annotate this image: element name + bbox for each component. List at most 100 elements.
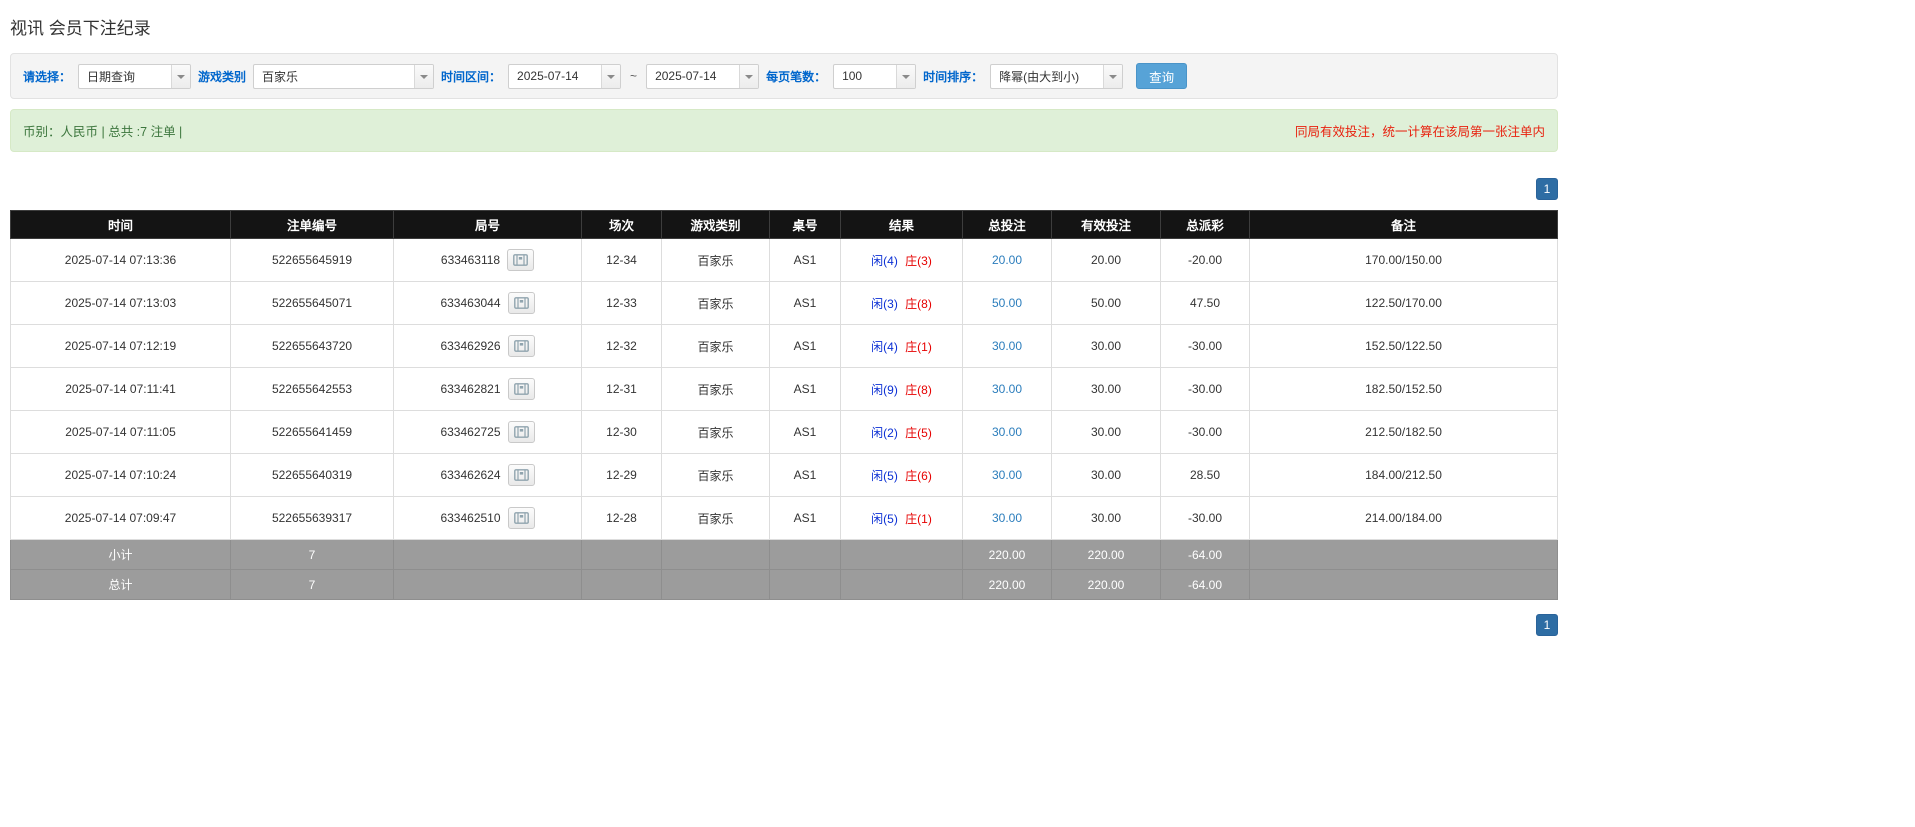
result-player: 闲(3) (871, 296, 898, 311)
payout-cell: -30.00 (1160, 496, 1250, 540)
page-size-input[interactable] (834, 64, 897, 88)
total-bet-link[interactable]: 30.00 (992, 339, 1022, 353)
round-id-cell: 633462926 (393, 324, 582, 368)
session-cell: 12-32 (581, 324, 662, 368)
subtotal-count: 7 (230, 539, 394, 570)
replay-video-icon-button[interactable] (507, 378, 535, 400)
summary-info-bar: 币别：人民币 | 总共 :7 注单 | 同局有效投注，统一计算在该局第一张注单内 (10, 109, 1558, 152)
subtotal-label: 小计 (10, 539, 231, 570)
total-row: 总计 7 220.00 220.00 -64.00 (10, 569, 1558, 600)
table-no-cell: AS1 (769, 324, 841, 368)
valid-bet-cell: 30.00 (1051, 324, 1161, 368)
round-id-value: 633463044 (440, 296, 501, 310)
date-to-combobox[interactable] (646, 63, 760, 89)
round-id-value: 633462624 (440, 468, 501, 482)
game-type-cell: 百家乐 (661, 324, 770, 368)
header-time: 时间 (10, 210, 231, 239)
round-id-cell: 633463044 (393, 281, 582, 325)
date-from-combobox[interactable] (508, 63, 622, 89)
result-banker: 庄(3) (905, 253, 932, 268)
page-container: 视讯 会员下注纪录 请选择： 游戏类别 时间区间： ~ 每页笔数： 时间排序： (10, 0, 1558, 696)
note-cell: 212.50/182.50 (1249, 410, 1558, 454)
result-cell: 闲(5) 庄(1) (840, 496, 963, 540)
table-body: 2025-07-14 07:13:36 522655645919 6334631… (10, 238, 1558, 540)
game-type-input[interactable] (254, 64, 415, 88)
total-bet-link[interactable]: 30.00 (992, 468, 1022, 482)
game-type-cell: 百家乐 (661, 238, 770, 282)
table-row: 2025-07-14 07:09:47 522655639317 6334625… (10, 496, 1558, 540)
note-cell: 122.50/170.00 (1249, 281, 1558, 325)
chevron-down-icon[interactable] (171, 64, 191, 88)
result-player: 闲(4) (871, 253, 898, 268)
replay-video-icon-button[interactable] (507, 249, 535, 271)
bet-id-cell: 522655640319 (230, 453, 394, 497)
replay-video-icon-button[interactable] (507, 421, 535, 443)
game-type-label: 游戏类别 (198, 69, 247, 84)
replay-video-icon-button[interactable] (507, 335, 535, 357)
payout-cell: 47.50 (1160, 281, 1250, 325)
chevron-down-icon[interactable] (414, 64, 434, 88)
header-valid-bet: 有效投注 (1051, 210, 1161, 239)
game-type-cell: 百家乐 (661, 453, 770, 497)
total-bet-link[interactable]: 20.00 (992, 253, 1022, 267)
table-no-cell: AS1 (769, 281, 841, 325)
payout-cell: 28.50 (1160, 453, 1250, 497)
note-cell: 184.00/212.50 (1249, 453, 1558, 497)
time-sort-input[interactable] (991, 64, 1104, 88)
total-bet-link[interactable]: 30.00 (992, 382, 1022, 396)
replay-video-icon-button[interactable] (507, 507, 535, 529)
chevron-down-icon[interactable] (1103, 64, 1123, 88)
result-cell: 闲(4) 庄(3) (840, 238, 963, 282)
result-banker: 庄(8) (905, 296, 932, 311)
film-icon (513, 512, 529, 524)
result-banker: 庄(1) (905, 511, 932, 526)
result-player: 闲(4) (871, 339, 898, 354)
valid-bet-cell: 30.00 (1051, 496, 1161, 540)
filter-bar: 请选择： 游戏类别 时间区间： ~ 每页笔数： 时间排序： (10, 53, 1558, 99)
header-session: 场次 (581, 210, 662, 239)
time-cell: 2025-07-14 07:13:03 (10, 281, 231, 325)
film-icon (513, 383, 529, 395)
table-no-cell: AS1 (769, 410, 841, 454)
page-size-label: 每页笔数： (766, 69, 827, 84)
round-id-cell: 633463118 (393, 238, 582, 282)
result-player: 闲(5) (871, 468, 898, 483)
chevron-down-icon[interactable] (601, 64, 621, 88)
replay-video-icon-button[interactable] (507, 464, 535, 486)
search-button[interactable]: 查询 (1136, 63, 1188, 89)
valid-bet-cell: 30.00 (1051, 410, 1161, 454)
total-bet-link[interactable]: 30.00 (992, 425, 1022, 439)
time-sort-combobox[interactable] (990, 63, 1124, 89)
total-bet-link[interactable]: 30.00 (992, 511, 1022, 525)
session-cell: 12-33 (581, 281, 662, 325)
table-row: 2025-07-14 07:11:05 522655641459 6334627… (10, 410, 1558, 454)
page-1-button[interactable]: 1 (1536, 178, 1558, 200)
query-type-combobox[interactable] (78, 63, 192, 89)
total-bet-link[interactable]: 50.00 (992, 296, 1022, 310)
date-to-input[interactable] (647, 64, 740, 88)
valid-bet-cell: 30.00 (1051, 367, 1161, 411)
header-total-bet: 总投注 (962, 210, 1052, 239)
header-round-id: 局号 (393, 210, 582, 239)
total-label: 总计 (10, 569, 231, 600)
page-size-combobox[interactable] (833, 63, 917, 89)
date-from-input[interactable] (509, 64, 602, 88)
valid-bet-cell: 20.00 (1051, 238, 1161, 282)
payout-cell: -30.00 (1160, 367, 1250, 411)
page-1-button[interactable]: 1 (1536, 614, 1558, 636)
chevron-down-icon[interactable] (739, 64, 759, 88)
film-icon (513, 426, 529, 438)
film-icon (513, 340, 529, 352)
chevron-down-icon[interactable] (896, 64, 916, 88)
query-type-input[interactable] (79, 64, 172, 88)
result-cell: 闲(5) 庄(6) (840, 453, 963, 497)
result-cell: 闲(2) 庄(5) (840, 410, 963, 454)
session-cell: 12-29 (581, 453, 662, 497)
round-id-value: 633462510 (440, 511, 501, 525)
replay-video-icon-button[interactable] (507, 292, 535, 314)
total-bet-cell: 30.00 (962, 453, 1052, 497)
total-bet-cell: 30.00 (962, 496, 1052, 540)
total-bet-cell: 50.00 (962, 281, 1052, 325)
result-player: 闲(9) (871, 382, 898, 397)
game-type-combobox[interactable] (253, 63, 435, 89)
